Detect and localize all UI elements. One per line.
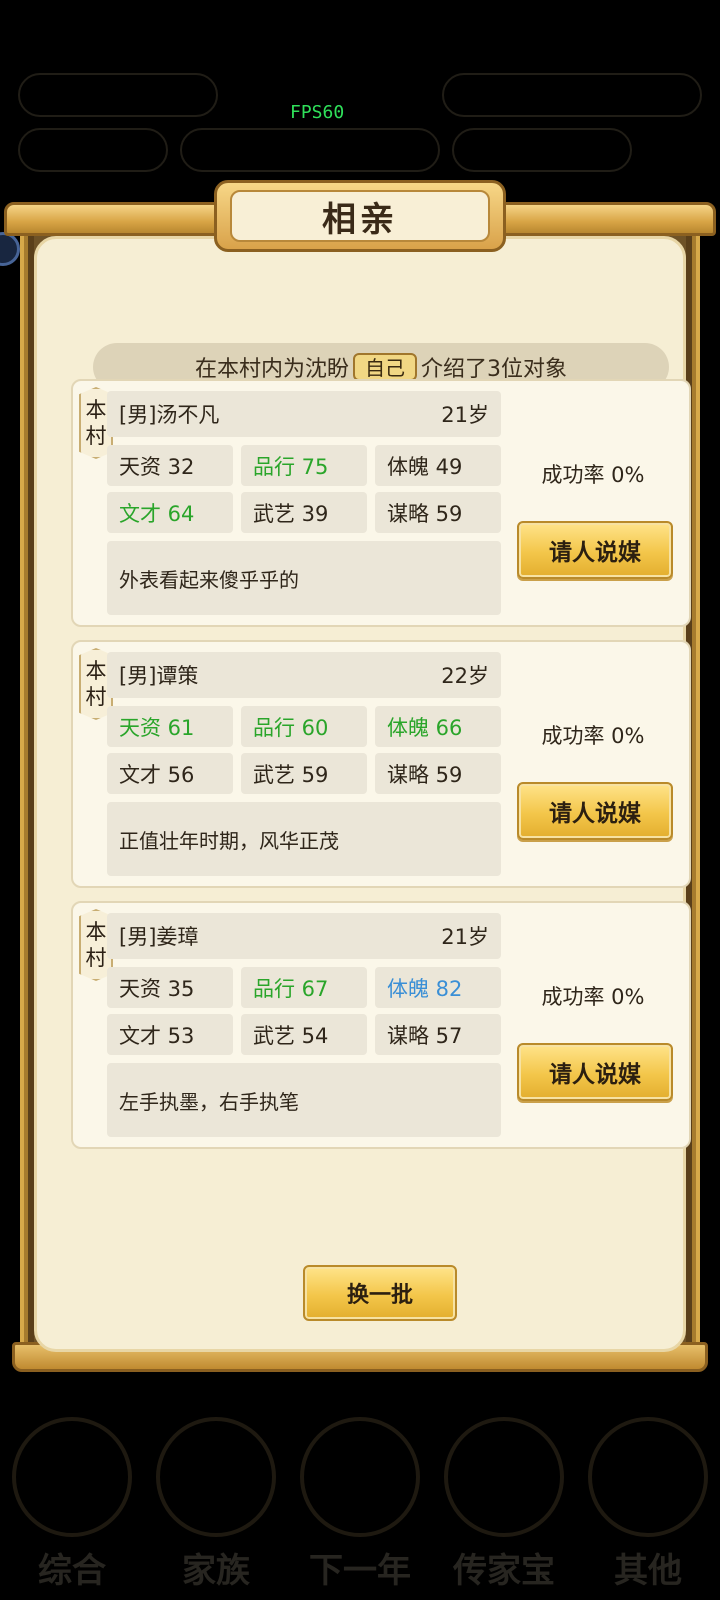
- candidate-description: 外表看起来傻乎乎的: [107, 541, 501, 615]
- title-plaque: 相亲: [214, 180, 506, 252]
- stat-conduct: 品行 75: [241, 445, 367, 486]
- stat-literacy: 文才 64: [107, 492, 233, 533]
- candidate-stats: 天资 61 品行 60 体魄 66 文才 56 武艺 59 谋略 59: [107, 706, 501, 794]
- stat-martial: 武艺 54: [241, 1014, 367, 1055]
- refresh-candidates-button[interactable]: 换一批: [303, 1265, 457, 1321]
- stat-conduct: 品行 60: [241, 706, 367, 747]
- stat-talent: 天资 32: [107, 445, 233, 486]
- matchmaking-dialog: 在本村内为沈盼 自己 介绍了3位对象 本 村 [男]汤不凡 21岁 天资 32 …: [4, 180, 716, 1384]
- dialog-content: 在本村内为沈盼 自己 介绍了3位对象 本 村 [男]汤不凡 21岁 天资 32 …: [34, 236, 691, 1352]
- stat-literacy: 文才 53: [107, 1014, 233, 1055]
- matchmaker-button[interactable]: 请人说媒: [517, 782, 673, 840]
- stat-martial: 武艺 39: [241, 492, 367, 533]
- stat-strategy: 谋略 59: [375, 492, 501, 533]
- candidate-name: [男]谭策: [119, 664, 199, 688]
- background-nav-item: 传家宝: [444, 1417, 564, 1592]
- stat-strategy: 谋略 57: [375, 1014, 501, 1055]
- background-nav-item: 下一年: [300, 1417, 420, 1592]
- stat-talent: 天资 61: [107, 706, 233, 747]
- candidate-card: 本 村 [男]姜璋 21岁 天资 35 品行 67 体魄 82 文才 53 武艺…: [71, 901, 691, 1149]
- title-inner: 相亲: [230, 190, 490, 242]
- background-nav-icon: [156, 1417, 276, 1537]
- background-bottom-nav: 综合 家族 下一年 传家宝 其他: [0, 1410, 720, 1600]
- background-nav-icon: [300, 1417, 420, 1537]
- background-resource-pill: [442, 73, 702, 117]
- candidate-description: 左手执墨，右手执笔: [107, 1063, 501, 1137]
- background-nav-icon: [588, 1417, 708, 1537]
- stat-physique: 体魄 66: [375, 706, 501, 747]
- background-family-pill: [18, 73, 218, 117]
- candidate-name-bar: [男]姜璋 21岁: [107, 913, 501, 959]
- background-nav-item: 其他: [588, 1417, 708, 1592]
- stat-physique: 体魄 82: [375, 967, 501, 1008]
- candidate-name-bar: [男]汤不凡 21岁: [107, 391, 501, 437]
- candidate-stats: 天资 32 品行 75 体魄 49 文才 64 武艺 39 谋略 59: [107, 445, 501, 533]
- background-nav-item: 家族: [156, 1417, 276, 1592]
- background-second-row: [18, 128, 702, 172]
- background-nav-item: 综合: [12, 1417, 132, 1592]
- success-rate: 成功率 0%: [541, 463, 645, 487]
- background-nav-icon: [12, 1417, 132, 1537]
- stat-literacy: 文才 56: [107, 753, 233, 794]
- success-rate: 成功率 0%: [541, 985, 645, 1009]
- self-tag: 自己: [353, 353, 417, 381]
- success-rate: 成功率 0%: [541, 724, 645, 748]
- matchmaker-button[interactable]: 请人说媒: [517, 1043, 673, 1101]
- candidate-age: 21岁: [441, 925, 489, 949]
- matchmaker-button[interactable]: 请人说媒: [517, 521, 673, 579]
- candidate-stats: 天资 35 品行 67 体魄 82 文才 53 武艺 54 谋略 57: [107, 967, 501, 1055]
- candidate-name: [男]汤不凡: [119, 403, 220, 427]
- candidate-age: 22岁: [441, 664, 489, 688]
- fps-counter: FPS60: [290, 102, 345, 123]
- stat-talent: 天资 35: [107, 967, 233, 1008]
- candidate-description: 正值壮年时期，风华正茂: [107, 802, 501, 876]
- stat-physique: 体魄 49: [375, 445, 501, 486]
- background-top-row: [18, 70, 702, 120]
- candidate-card: 本 村 [男]谭策 22岁 天资 61 品行 60 体魄 66 文才 56 武艺…: [71, 640, 691, 888]
- candidate-card: 本 村 [男]汤不凡 21岁 天资 32 品行 75 体魄 49 文才 64 武…: [71, 379, 691, 627]
- stat-strategy: 谋略 59: [375, 753, 501, 794]
- background-pill-2: [180, 128, 440, 172]
- background-nav-icon: [444, 1417, 564, 1537]
- stat-martial: 武艺 59: [241, 753, 367, 794]
- candidate-name: [男]姜璋: [119, 925, 199, 949]
- dialog-title: 相亲: [322, 199, 398, 240]
- candidate-age: 21岁: [441, 403, 489, 427]
- stat-conduct: 品行 67: [241, 967, 367, 1008]
- background-pill-3: [452, 128, 632, 172]
- candidate-name-bar: [男]谭策 22岁: [107, 652, 501, 698]
- background-pill-1: [18, 128, 168, 172]
